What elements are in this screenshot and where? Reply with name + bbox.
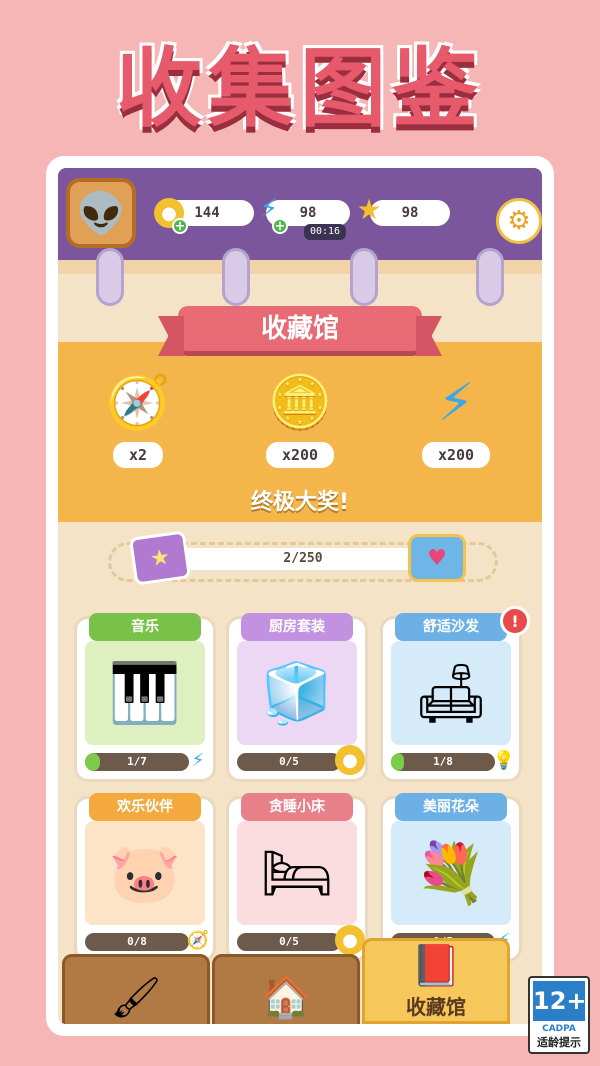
- nav-home-button[interactable]: 🏠: [212, 954, 360, 1024]
- age-rating-badge: 12+ CADPA 适龄提示: [528, 976, 590, 1054]
- age-rating-value: 12+: [533, 981, 587, 1021]
- card-progress-text: 1/8: [433, 755, 453, 768]
- collection-title: 收藏馆: [178, 306, 422, 356]
- coin-stack-icon: 🪙: [267, 373, 333, 433]
- treasure-chest-icon[interactable]: ♥: [408, 534, 466, 582]
- binder-ring: [222, 248, 250, 306]
- sofa-icon: 🛋: [391, 641, 511, 745]
- alert-icon[interactable]: !: [500, 606, 530, 636]
- card-progress-bar: 1/8: [391, 753, 495, 771]
- card-title: 贪睡小床: [241, 793, 353, 821]
- collection-book-icon: 📕: [411, 943, 461, 989]
- card-progress-fill: [85, 753, 100, 771]
- pig-icon: 🐷: [85, 821, 205, 925]
- reward-amount: x2: [112, 442, 164, 468]
- grand-prize-label: 终极大奖!: [250, 490, 350, 515]
- star-count: 98: [401, 205, 419, 221]
- star-icon: ★: [356, 192, 382, 226]
- binder-ring: [476, 248, 504, 306]
- lightbulb-icon: 💡: [492, 749, 516, 771]
- nav-decorate-button[interactable]: 🖌: [62, 954, 210, 1024]
- lightning-icon: ⚡: [437, 373, 475, 433]
- bottom-nav: 🖌 🏠 📕 收藏馆: [58, 938, 542, 1024]
- age-rating-org: CADPA: [542, 1024, 576, 1034]
- card-progress-bar: 0/5: [237, 753, 341, 771]
- card-progress-text: 1/7: [127, 755, 147, 768]
- paint-roller-icon: 🖌: [110, 974, 162, 1021]
- binder-ring: [350, 248, 378, 306]
- reward-amount: x200: [421, 442, 491, 468]
- game-screen: 👽 144 ● + 98 ⚡ + 00:16 98 ★ ⚙ 收藏馆 🧭 x2 🪙…: [58, 168, 542, 1024]
- cards-icon: ★: [128, 530, 192, 586]
- reward-item: ⚡ x200: [396, 368, 516, 468]
- collection-card[interactable]: 🧊 厨房套装 0/5 ●: [226, 613, 368, 782]
- collection-progress-text: 2/250: [283, 551, 323, 566]
- banner-title: 收集图鉴: [116, 39, 484, 139]
- compass-bulb-icon: 🧭: [105, 373, 171, 433]
- card-title: 欢乐伙伴: [89, 793, 201, 821]
- add-energy-button[interactable]: +: [272, 218, 288, 234]
- gear-icon: ⚙: [507, 206, 531, 236]
- add-coins-button[interactable]: +: [172, 218, 188, 234]
- coin-count: 144: [194, 205, 220, 221]
- nav-collection-label: 收藏馆: [406, 995, 466, 1019]
- age-rating-note: 适龄提示: [537, 1036, 581, 1049]
- card-progress-text: 0/5: [279, 755, 299, 768]
- card-progress-fill: [391, 753, 404, 771]
- collection-card[interactable]: 🎹 音乐 1/7 ⚡: [74, 613, 216, 782]
- lightning-icon: ⚡: [191, 749, 205, 771]
- card-title: 厨房套装: [241, 613, 353, 641]
- binder-ring: [96, 248, 124, 306]
- top-bar: 👽 144 ● + 98 ⚡ + 00:16 98 ★ ⚙: [58, 168, 542, 260]
- refrigerator-icon: 🧊: [237, 641, 357, 745]
- reward-item: 🪙 x200: [240, 368, 360, 468]
- alien-avatar-icon: 👽: [76, 190, 126, 237]
- collection-card[interactable]: 🛋 舒适沙发 1/8 💡: [380, 613, 522, 782]
- flower-bouquet-icon: 💐: [391, 821, 511, 925]
- piano-icon: 🎹: [85, 641, 205, 745]
- binder-rings: [58, 248, 542, 308]
- house-icon: 🏠: [261, 974, 311, 1021]
- reward-amount: x200: [265, 442, 335, 468]
- player-avatar[interactable]: 👽: [66, 178, 136, 248]
- phone-frame: 👽 144 ● + 98 ⚡ + 00:16 98 ★ ⚙ 收藏馆 🧭 x2 🪙…: [46, 156, 554, 1036]
- bed-icon: 🛏: [237, 821, 357, 925]
- card-title: 舒适沙发: [395, 613, 507, 641]
- card-title: 音乐: [89, 613, 201, 641]
- nav-collection-button[interactable]: 📕 收藏馆: [362, 938, 510, 1024]
- card-title: 美丽花朵: [395, 793, 507, 821]
- settings-button[interactable]: ⚙: [496, 198, 542, 244]
- energy-count: 98: [299, 205, 317, 221]
- coin-icon: ●: [335, 745, 365, 775]
- energy-timer: 00:16: [304, 224, 346, 240]
- reward-item: 🧭 x2: [78, 368, 198, 468]
- collection-progress-bar: 2/250: [178, 548, 428, 570]
- card-progress-bar: 1/7: [85, 753, 189, 771]
